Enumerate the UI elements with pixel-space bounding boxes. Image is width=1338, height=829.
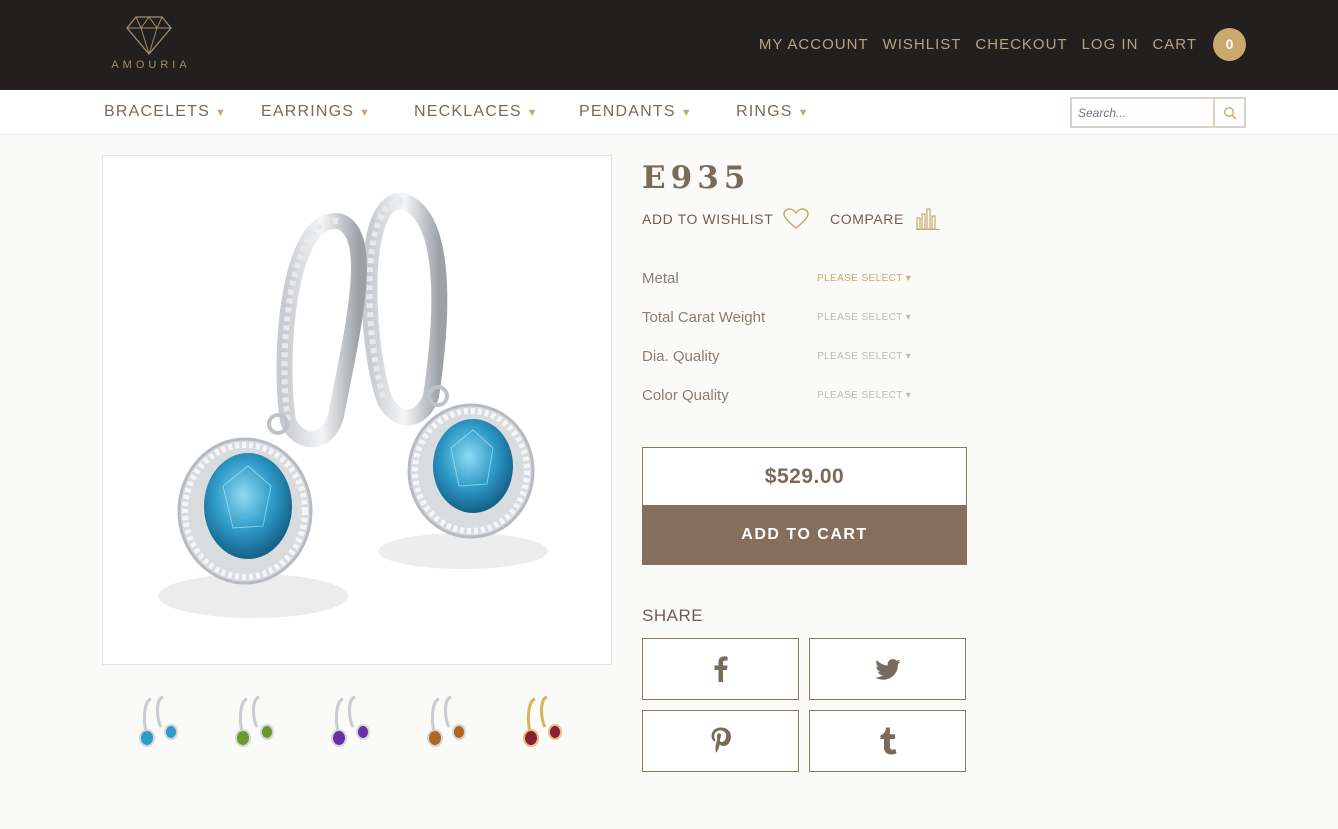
- login-link[interactable]: LOG IN: [1082, 36, 1139, 53]
- earrings-illustration: [158, 193, 548, 618]
- search-button[interactable]: [1213, 99, 1244, 126]
- tumblr-icon: [880, 727, 896, 755]
- color-quality-select[interactable]: PLEASE SELECT ▾: [817, 390, 911, 401]
- bar-chart-icon: [915, 208, 940, 230]
- thumbnail-purple[interactable]: [312, 686, 389, 756]
- diamond-quality-select[interactable]: PLEASE SELECT ▾: [817, 351, 911, 362]
- site-header: AMOURIA MY ACCOUNT WISHLIST CHECKOUT LOG…: [0, 0, 1338, 90]
- option-color-quality: Color Quality PLEASE SELECT ▾: [642, 387, 942, 411]
- option-metal: Metal PLEASE SELECT ▾: [642, 270, 942, 294]
- product-price: $529.00: [642, 447, 967, 506]
- option-label: Dia. Quality: [642, 348, 720, 365]
- option-label: Metal: [642, 270, 679, 287]
- category-pendants[interactable]: PENDANTS ▼: [579, 103, 693, 121]
- thumbnail-green[interactable]: [216, 686, 293, 756]
- thumbnail-blue[interactable]: [120, 686, 197, 756]
- compare-button[interactable]: COMPARE: [830, 208, 940, 230]
- heart-icon: [783, 208, 810, 229]
- category-label: EARRINGS: [261, 103, 355, 120]
- category-label: PENDANTS: [579, 103, 676, 120]
- account-nav: MY ACCOUNT WISHLIST CHECKOUT LOG IN CART…: [745, 24, 1246, 64]
- twitter-icon: [874, 658, 900, 680]
- metal-select[interactable]: PLEASE SELECT ▾: [817, 273, 911, 284]
- category-rings[interactable]: RINGS ▼: [736, 103, 810, 121]
- thumbnail-amber[interactable]: [408, 686, 485, 756]
- search-icon: [1223, 106, 1237, 120]
- brand-name: AMOURIA: [111, 59, 191, 71]
- checkout-link[interactable]: CHECKOUT: [975, 36, 1067, 53]
- option-label: Total Carat Weight: [642, 309, 766, 326]
- brand-logo[interactable]: AMOURIA: [102, 14, 196, 76]
- share-facebook-button[interactable]: [642, 638, 799, 700]
- cart-link[interactable]: CART: [1152, 36, 1197, 53]
- option-dia-quality: Dia. Quality PLEASE SELECT ▾: [642, 348, 942, 372]
- category-necklaces[interactable]: NECKLACES ▼: [414, 103, 539, 121]
- carat-weight-select[interactable]: PLEASE SELECT ▾: [817, 312, 911, 323]
- category-label: NECKLACES: [414, 103, 522, 120]
- earring-thumbnail-icon: [330, 695, 370, 747]
- category-label: BRACELETS: [104, 103, 210, 120]
- product-main-image[interactable]: [102, 155, 612, 665]
- product-title: E935: [642, 160, 751, 196]
- earring-thumbnail-icon: [522, 695, 562, 747]
- pinterest-icon: [711, 727, 731, 753]
- category-label: RINGS: [736, 103, 793, 120]
- search-input[interactable]: [1072, 99, 1213, 126]
- compare-label: COMPARE: [830, 211, 904, 227]
- facebook-icon: [714, 656, 728, 682]
- earring-thumbnail-icon: [138, 695, 178, 747]
- category-earrings[interactable]: EARRINGS ▼: [261, 103, 371, 121]
- thumbnail-ruby-gold[interactable]: [504, 686, 581, 756]
- chevron-down-icon: ▼: [526, 107, 539, 119]
- share-twitter-button[interactable]: [809, 638, 966, 700]
- add-to-wishlist-button[interactable]: ADD TO WISHLIST: [642, 208, 810, 230]
- category-nav: BRACELETS ▼ EARRINGS ▼ NECKLACES ▼ PENDANTS…: [0, 90, 1338, 135]
- share-pinterest-button[interactable]: [642, 710, 799, 772]
- add-to-wishlist-label: ADD TO WISHLIST: [642, 211, 774, 227]
- chevron-down-icon: ▼: [359, 107, 372, 119]
- category-bracelets[interactable]: BRACELETS ▼: [104, 103, 227, 121]
- option-total-carat-weight: Total Carat Weight PLEASE SELECT ▾: [642, 309, 942, 333]
- wishlist-link[interactable]: WISHLIST: [883, 36, 962, 53]
- chevron-down-icon: ▼: [680, 107, 693, 119]
- thumbnail-strip: [120, 686, 600, 756]
- diamond-logo-icon: [126, 16, 172, 56]
- chevron-down-icon: ▼: [214, 107, 228, 119]
- search-box: [1070, 97, 1246, 128]
- share-tumblr-button[interactable]: [809, 710, 966, 772]
- my-account-link[interactable]: MY ACCOUNT: [759, 36, 869, 53]
- share-heading: SHARE: [642, 606, 704, 625]
- earring-thumbnail-icon: [426, 695, 466, 747]
- cart-count-badge[interactable]: 0: [1213, 27, 1246, 61]
- earring-thumbnail-icon: [234, 695, 274, 747]
- chevron-down-icon: ▼: [797, 107, 810, 119]
- add-to-cart-button[interactable]: ADD TO CART: [642, 505, 967, 565]
- option-label: Color Quality: [642, 387, 729, 404]
